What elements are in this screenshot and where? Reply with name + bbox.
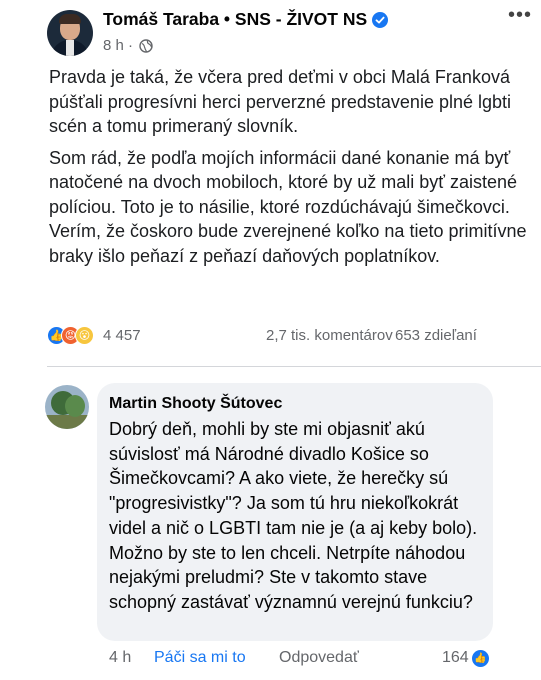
comment-like-button[interactable]: Páči sa mi to	[154, 649, 246, 667]
comment-like-count[interactable]: 164 👍	[442, 649, 489, 667]
wow-icon: 😮	[75, 326, 94, 345]
comment-time[interactable]: 4 h	[109, 649, 131, 667]
like-icon: 👍	[471, 649, 489, 667]
commenter-avatar[interactable]	[45, 385, 89, 429]
shares-count[interactable]: 653 zdieľaní	[395, 327, 477, 344]
divider	[47, 366, 541, 367]
post-author[interactable]: Tomáš Taraba • SNS - ŽIVOT NS	[103, 9, 389, 30]
globe-icon[interactable]	[139, 38, 153, 53]
post-author-name[interactable]: Tomáš Taraba • SNS - ŽIVOT NS	[103, 9, 367, 30]
comment-like-count-value: 164	[442, 649, 469, 666]
comment-text: Dobrý deň, mohli by ste mi objasniť akú …	[109, 419, 478, 612]
comment-actions: 4 h Páči sa mi to Odpovedať 164 👍	[109, 649, 499, 671]
comment-reply-button[interactable]: Odpovedať	[279, 649, 359, 667]
reaction-count[interactable]: 4 457	[103, 327, 141, 344]
comment-author[interactable]: Martin Shooty Šútovec	[109, 394, 481, 414]
verified-badge-icon	[372, 11, 389, 28]
reaction-icons[interactable]: 👍 😡 😮	[47, 326, 94, 345]
comment-bubble: Martin Shooty Šútovec Dobrý deň, mohli b…	[97, 383, 493, 641]
post-time[interactable]: 8 h ·	[103, 37, 133, 54]
post-text: Pravda je taká, že včera pred deťmi v ob…	[49, 65, 529, 275]
post-header: Tomáš Taraba • SNS - ŽIVOT NS 8 h · •••	[47, 5, 531, 62]
post-paragraph: Som rád, že podľa mojích informácii dané…	[49, 147, 527, 266]
reactions-bar: 👍 😡 😮 4 457 2,7 tis. komentárov 653 zdie…	[47, 326, 497, 348]
comments-count[interactable]: 2,7 tis. komentárov	[266, 327, 393, 344]
post-meta: 8 h ·	[103, 37, 153, 54]
post-paragraph: Pravda je taká, že včera pred deťmi v ob…	[49, 67, 512, 136]
more-options-icon[interactable]: •••	[508, 5, 532, 28]
author-avatar[interactable]	[47, 10, 93, 56]
